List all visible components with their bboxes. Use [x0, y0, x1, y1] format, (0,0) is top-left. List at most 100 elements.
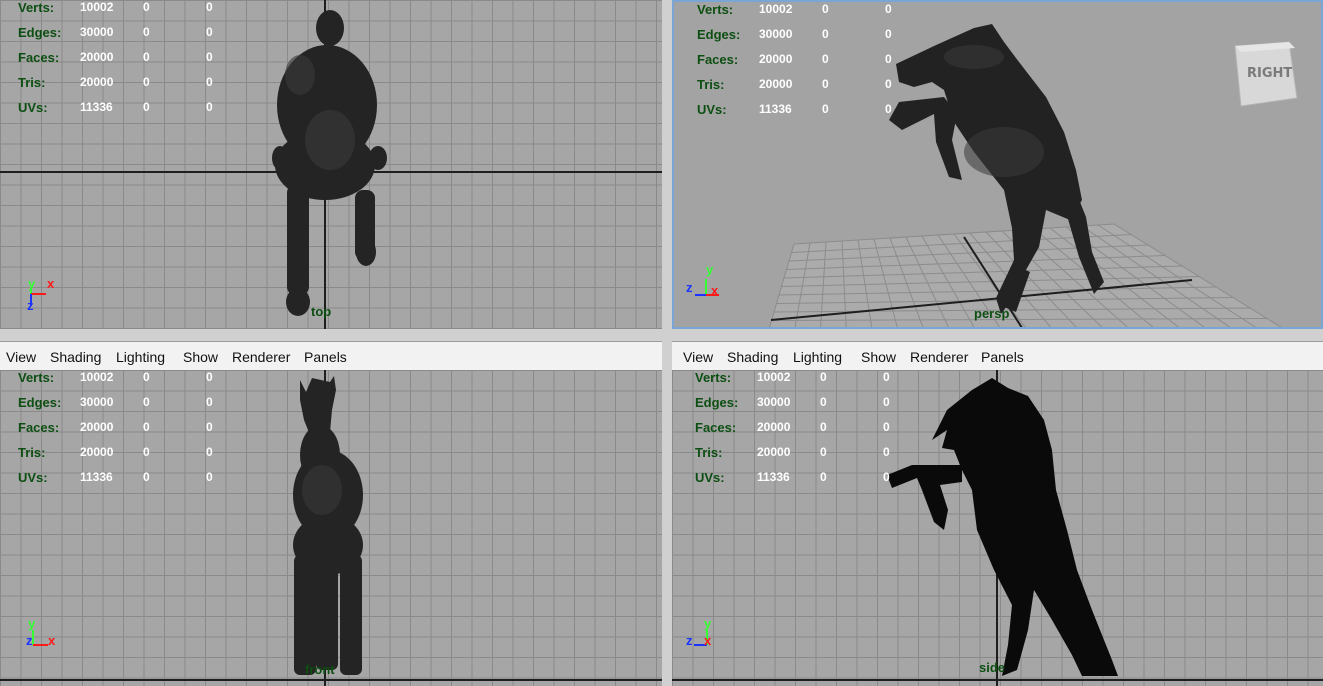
- hud-label-edges: Edges:: [18, 395, 62, 410]
- menu-renderer[interactable]: Renderer: [910, 349, 968, 365]
- hud-label-uvs: UVs:: [695, 470, 725, 485]
- hud-label-tris: Tris:: [697, 77, 725, 92]
- hud-value: 20000: [80, 50, 114, 64]
- hud-value: 0: [820, 445, 827, 459]
- hud-value: 11336: [759, 102, 792, 116]
- hud-value: 0: [143, 100, 150, 114]
- hud-value: 20000: [757, 420, 791, 434]
- menu-view[interactable]: View: [683, 349, 713, 365]
- viewport-side[interactable]: side y z x Verts: 10002 0 0 Edges: 30000 0 0 F…: [672, 370, 1323, 686]
- axis-y-label: y: [28, 276, 36, 291]
- hud-value: 0: [143, 370, 150, 384]
- hud-label-verts: Verts:: [695, 370, 732, 385]
- hud-value: 0: [143, 50, 150, 64]
- hud-label-faces: Faces:: [18, 50, 60, 65]
- hud-value: 0: [206, 0, 213, 14]
- hud-value: 0: [885, 52, 892, 66]
- hud-label-edges: Edges:: [18, 25, 62, 40]
- hud-value: 20000: [757, 445, 791, 459]
- hud-value: 0: [143, 0, 150, 14]
- hud-value: 0: [143, 75, 150, 89]
- menu-panels[interactable]: Panels: [981, 349, 1024, 365]
- hud-value: 10002: [80, 370, 114, 384]
- vertical-splitter[interactable]: [662, 0, 672, 686]
- horizontal-splitter[interactable]: [0, 329, 1323, 341]
- axis-y-label: y: [704, 616, 712, 631]
- hud-value: 0: [820, 420, 827, 434]
- hud-label-edges: Edges:: [697, 27, 741, 42]
- menu-lighting[interactable]: Lighting: [116, 349, 165, 365]
- hud-label-tris: Tris:: [18, 445, 46, 460]
- hud-value: 11336: [80, 470, 113, 484]
- hud-value: 0: [206, 470, 213, 484]
- hud-value: 0: [820, 370, 827, 384]
- hud-value: 0: [822, 102, 829, 116]
- hud-value: 0: [206, 50, 213, 64]
- hud-value: 10002: [757, 370, 791, 384]
- hud-label-verts: Verts:: [697, 2, 734, 17]
- hud-label-edges: Edges:: [695, 395, 739, 410]
- hud-value: 0: [143, 470, 150, 484]
- hud-value: 0: [143, 25, 150, 39]
- hud-value: 0: [883, 420, 890, 434]
- hud-value: 0: [885, 77, 892, 91]
- hud-value: 0: [822, 52, 829, 66]
- menu-show[interactable]: Show: [183, 349, 218, 365]
- hud-value: 0: [143, 395, 150, 409]
- hud-value: 0: [206, 395, 213, 409]
- hud-value: 11336: [757, 470, 790, 484]
- menu-shading[interactable]: Shading: [50, 349, 101, 365]
- hud-value: 20000: [80, 445, 114, 459]
- axis-gizmo: y x z: [685, 262, 725, 305]
- axis-gizmo: y x z: [20, 276, 60, 316]
- menu-shading[interactable]: Shading: [727, 349, 778, 365]
- horse-model-front[interactable]: [0, 370, 662, 686]
- hud-value: 0: [885, 2, 892, 16]
- camera-label: top: [311, 304, 332, 319]
- menu-lighting[interactable]: Lighting: [793, 349, 842, 365]
- viewcube[interactable]: RIGHT: [1231, 40, 1298, 107]
- axis-z-label: z: [27, 298, 34, 313]
- hud-label-tris: Tris:: [18, 75, 46, 90]
- camera-label: front: [305, 662, 335, 677]
- hud-value: 0: [822, 2, 829, 16]
- axis-x-label: x: [711, 283, 719, 298]
- hud-value: 20000: [759, 77, 793, 91]
- horse-model-side[interactable]: [672, 370, 1323, 686]
- panel-menubar-front: View Shading Lighting Show Renderer Pane…: [0, 341, 662, 371]
- menu-show[interactable]: Show: [861, 349, 896, 365]
- axis-z-label: z: [686, 633, 693, 648]
- axis-y-label: y: [28, 616, 36, 631]
- viewcube-face-label: RIGHT: [1247, 66, 1293, 81]
- viewport-front[interactable]: front y z x Verts: 10002 0 0 Edges: 30000 0 0 …: [0, 370, 662, 686]
- hud-value: 0: [206, 100, 213, 114]
- hud-value: 30000: [80, 395, 114, 409]
- menu-panels[interactable]: Panels: [304, 349, 347, 365]
- hud-value: 0: [206, 370, 213, 384]
- hud-value: 0: [143, 420, 150, 434]
- hud-value: 30000: [757, 395, 791, 409]
- hud-value: 0: [885, 27, 892, 41]
- hud-label-uvs: UVs:: [18, 470, 48, 485]
- axis-z-label: z: [26, 633, 33, 648]
- viewport-top[interactable]: top y x z Verts: 10002 0 0 Edges: 30000 0 0 Fa…: [0, 0, 662, 329]
- hud-value: 11336: [80, 100, 113, 114]
- hud-value: 0: [143, 445, 150, 459]
- menu-renderer[interactable]: Renderer: [232, 349, 290, 365]
- hud-value: 0: [206, 75, 213, 89]
- hud-value: 0: [206, 445, 213, 459]
- hud-value: 20000: [759, 52, 793, 66]
- hud-value: 0: [206, 25, 213, 39]
- hud-label-uvs: UVs:: [697, 102, 727, 117]
- hud-label-uvs: UVs:: [18, 100, 48, 115]
- hud-label-faces: Faces:: [18, 420, 60, 435]
- hud-value: 0: [885, 102, 892, 116]
- viewport-persp[interactable]: RIGHT persp y x z Verts: 10002 0 0 Edges: 30…: [672, 0, 1323, 329]
- hud-label-faces: Faces:: [695, 420, 737, 435]
- hud-label-verts: Verts:: [18, 0, 55, 15]
- hud-label-verts: Verts:: [18, 370, 55, 385]
- axis-gizmo: y z x: [24, 616, 64, 656]
- hud-value: 0: [820, 395, 827, 409]
- menu-view[interactable]: View: [6, 349, 36, 365]
- hud-value: 0: [822, 77, 829, 91]
